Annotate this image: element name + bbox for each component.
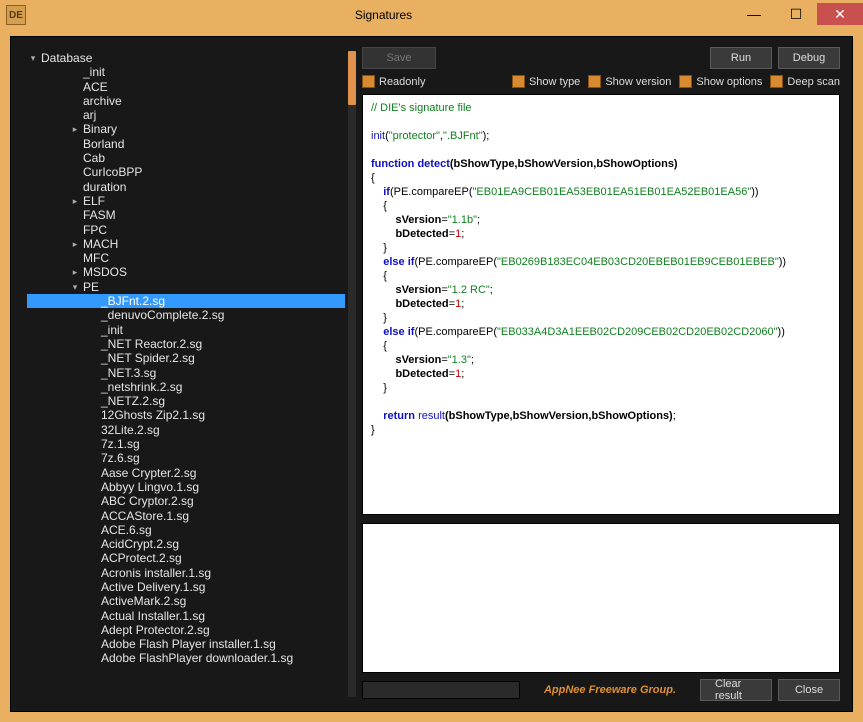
tree-item[interactable]: ACE.6.sg [27, 523, 345, 537]
window-title: Signatures [34, 8, 733, 22]
code-editor[interactable]: // DIE's signature file init("protector"… [362, 94, 840, 515]
tree-item[interactable]: _NET Spider.2.sg [27, 351, 345, 365]
tree-item[interactable]: Cab [27, 151, 345, 165]
tree-item[interactable]: ABC Cryptor.2.sg [27, 494, 345, 508]
tree-item[interactable]: ACProtect.2.sg [27, 551, 345, 565]
tree-item[interactable]: ACCAStore.1.sg [27, 509, 345, 523]
tree-item[interactable]: ▸Binary [27, 122, 345, 136]
tree-item[interactable]: CurIcoBPP [27, 165, 345, 179]
tree-item[interactable]: Aase Crypter.2.sg [27, 466, 345, 480]
clear-result-button[interactable]: Clear result [700, 679, 772, 701]
tree-item[interactable]: Adobe Flash Player installer.1.sg [27, 637, 345, 651]
tree-item[interactable]: Active Delivery.1.sg [27, 580, 345, 594]
tree-item[interactable]: FASM [27, 208, 345, 222]
show-type-checkbox[interactable]: Show type [512, 75, 580, 88]
tree-item[interactable]: Borland [27, 137, 345, 151]
credit-label: AppNee Freeware Group. [526, 684, 694, 696]
tree-item[interactable]: FPC [27, 223, 345, 237]
tree-item[interactable]: ACE [27, 80, 345, 94]
tree-item[interactable]: ▸MACH [27, 237, 345, 251]
tree-item[interactable]: ▾PE [27, 280, 345, 294]
run-button[interactable]: Run [710, 47, 772, 69]
tree-item[interactable]: Abbyy Lingvo.1.sg [27, 480, 345, 494]
tree-root-node[interactable]: ▾Database [27, 51, 345, 65]
tree-item[interactable]: Adept Protector.2.sg [27, 623, 345, 637]
tree-scrollbar[interactable] [348, 51, 356, 697]
app-icon: DE [6, 5, 26, 25]
save-button[interactable]: Save [362, 47, 436, 69]
window-close-button[interactable]: ✕ [817, 3, 863, 25]
titlebar: DE Signatures — ☐ ✕ [0, 0, 863, 30]
tree-item[interactable]: MFC [27, 251, 345, 265]
tree-item[interactable]: AcidCrypt.2.sg [27, 537, 345, 551]
close-button[interactable]: Close [778, 679, 840, 701]
show-version-checkbox[interactable]: Show version [588, 75, 671, 88]
tree-item[interactable]: _NET.3.sg [27, 366, 345, 380]
maximize-button[interactable]: ☐ [775, 3, 817, 25]
debug-button[interactable]: Debug [778, 47, 840, 69]
tree-item[interactable]: _NET Reactor.2.sg [27, 337, 345, 351]
tree-item[interactable]: 12Ghosts Zip2.1.sg [27, 408, 345, 422]
tree-item[interactable]: _netshrink.2.sg [27, 380, 345, 394]
tree-item[interactable]: duration [27, 180, 345, 194]
output-panel[interactable] [362, 523, 840, 673]
tree-item[interactable]: ActiveMark.2.sg [27, 594, 345, 608]
tree-item[interactable]: Acronis installer.1.sg [27, 566, 345, 580]
tree-item[interactable]: _init [27, 65, 345, 79]
progress-bar [362, 681, 520, 699]
tree-item[interactable]: _BJFnt.2.sg [27, 294, 345, 308]
tree-item[interactable]: 7z.6.sg [27, 451, 345, 465]
readonly-checkbox[interactable]: Readonly [362, 75, 425, 88]
tree-item[interactable]: archive [27, 94, 345, 108]
minimize-button[interactable]: — [733, 3, 775, 25]
tree-item[interactable]: 7z.1.sg [27, 437, 345, 451]
tree-item[interactable]: arj [27, 108, 345, 122]
tree-item[interactable]: Adobe FlashPlayer downloader.1.sg [27, 651, 345, 665]
scrollbar-thumb[interactable] [348, 51, 356, 105]
tree-item[interactable]: Actual Installer.1.sg [27, 609, 345, 623]
tree-item[interactable]: _NETZ.2.sg [27, 394, 345, 408]
tree-item[interactable]: ▸ELF [27, 194, 345, 208]
tree-item[interactable]: _denuvoComplete.2.sg [27, 308, 345, 322]
tree-item[interactable]: ▸MSDOS [27, 265, 345, 279]
signature-tree[interactable]: ▾Database_initACEarchivearj▸BinaryBorlan… [27, 51, 345, 697]
show-options-checkbox[interactable]: Show options [679, 75, 762, 88]
tree-item[interactable]: 32Lite.2.sg [27, 423, 345, 437]
deep-scan-checkbox[interactable]: Deep scan [770, 75, 840, 88]
tree-item[interactable]: _init [27, 323, 345, 337]
